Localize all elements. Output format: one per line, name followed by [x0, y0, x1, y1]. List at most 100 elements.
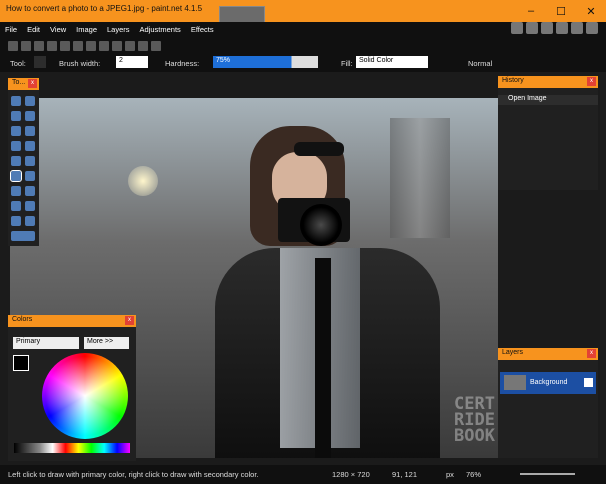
color-mode-select[interactable]: Primary	[13, 337, 79, 349]
zoom-slider[interactable]	[520, 473, 575, 475]
eraser-icon[interactable]	[25, 171, 35, 181]
ruler-icon[interactable]	[151, 41, 161, 51]
pan-icon[interactable]	[25, 141, 35, 151]
menu-view[interactable]: View	[45, 22, 71, 37]
save-icon[interactable]	[34, 41, 44, 51]
color-palette[interactable]	[14, 443, 130, 453]
cut-icon[interactable]	[60, 41, 70, 51]
color-picker-icon[interactable]	[25, 186, 35, 196]
colors-toggle-icon[interactable]	[556, 22, 568, 34]
brush-width-input[interactable]: 2	[116, 56, 148, 68]
zoom-level[interactable]: 76%	[466, 470, 481, 479]
hardness-label: Hardness:	[165, 59, 200, 68]
shapes-icon[interactable]	[11, 231, 35, 241]
bokeh-light	[128, 166, 158, 196]
clone-stamp-icon[interactable]	[11, 201, 21, 211]
sunglasses	[294, 142, 344, 156]
pencil-icon[interactable]	[11, 186, 21, 196]
help-icon[interactable]	[586, 22, 598, 34]
history-panel-header: History x	[498, 76, 598, 88]
tools-panel-title: To...	[12, 79, 26, 86]
history-panel-title: History	[502, 77, 524, 84]
more-button[interactable]: More >>	[84, 337, 129, 349]
layers-toggle-icon[interactable]	[541, 22, 553, 34]
cursor-position: 91, 121	[392, 470, 418, 479]
tools-panel-header: To... x	[8, 78, 39, 90]
main-toolbar	[0, 38, 606, 54]
close-icon[interactable]: x	[587, 349, 596, 358]
color-wheel[interactable]	[42, 353, 128, 439]
move-icon[interactable]	[25, 96, 35, 106]
new-icon[interactable]	[8, 41, 18, 51]
text-icon[interactable]	[11, 216, 21, 226]
tripod-monopod	[315, 258, 331, 458]
paintbrush-tool-icon[interactable]	[10, 170, 22, 182]
lasso-icon[interactable]	[11, 111, 21, 121]
panel-toggle-icons	[511, 22, 598, 34]
tools-panel: To... x	[8, 78, 39, 246]
ellipse-select-icon[interactable]	[11, 126, 21, 136]
primary-color-swatch[interactable]	[13, 355, 29, 371]
paste-icon[interactable]	[86, 41, 96, 51]
status-bar: Left click to draw with primary color, r…	[0, 465, 606, 484]
menu-image[interactable]: Image	[71, 22, 102, 37]
copy-icon[interactable]	[73, 41, 83, 51]
colors-panel-title: Colors	[12, 316, 33, 323]
undo-icon[interactable]	[112, 41, 122, 51]
paintbrush-icon[interactable]	[34, 56, 46, 68]
layers-panel-header: Layers x	[498, 348, 598, 360]
redo-icon[interactable]	[125, 41, 135, 51]
layer-row[interactable]: Background	[500, 372, 596, 394]
history-toggle-icon[interactable]	[526, 22, 538, 34]
menu-file[interactable]: File	[0, 22, 22, 37]
rectangle-select-icon[interactable]	[11, 96, 21, 106]
status-hint: Left click to draw with primary color, r…	[8, 470, 259, 479]
fill-select[interactable]: Solid Color	[356, 56, 428, 68]
layer-thumbnail	[504, 375, 526, 390]
unit-select[interactable]: px	[446, 470, 454, 479]
recolor-icon[interactable]	[25, 201, 35, 211]
magic-wand-icon[interactable]	[11, 141, 21, 151]
close-button[interactable]: ✕	[576, 0, 606, 22]
print-icon[interactable]	[47, 41, 57, 51]
settings-icon[interactable]	[571, 22, 583, 34]
menu-effects[interactable]: Effects	[186, 22, 219, 37]
maximize-button[interactable]: ☐	[546, 0, 576, 22]
background-pillar	[390, 118, 450, 238]
zoom-icon[interactable]	[25, 126, 35, 136]
paint-bucket-icon[interactable]	[11, 156, 21, 166]
tool-label: Tool:	[10, 59, 26, 68]
brush-width-label: Brush width:	[59, 59, 101, 68]
close-icon[interactable]: x	[125, 316, 134, 325]
layers-panel: Layers x Background	[498, 348, 598, 458]
hardness-slider[interactable]: 75%	[213, 56, 318, 68]
colors-panel: Colors x Primary More >>	[8, 315, 136, 461]
image-size: 1280 × 720	[332, 470, 370, 479]
blend-mode-select[interactable]: Normal	[468, 59, 492, 68]
window-title: How to convert a photo to a JPEG1.jpg - …	[6, 4, 203, 13]
open-icon[interactable]	[21, 41, 31, 51]
menu-adjustments[interactable]: Adjustments	[135, 22, 186, 37]
layer-name: Background	[530, 379, 568, 386]
camera-lens	[300, 204, 342, 246]
grid-icon[interactable]	[138, 41, 148, 51]
history-item[interactable]: Open Image	[498, 95, 598, 105]
layer-visibility-checkbox[interactable]	[584, 378, 593, 387]
colors-panel-header: Colors x	[8, 315, 136, 327]
gradient-icon[interactable]	[25, 156, 35, 166]
minimize-button[interactable]: –	[516, 0, 546, 22]
fill-label: Fill:	[341, 59, 353, 68]
move-selection-icon[interactable]	[25, 111, 35, 121]
line-icon[interactable]	[25, 216, 35, 226]
tools-toggle-icon[interactable]	[511, 22, 523, 34]
history-panel: History x Open Image	[498, 76, 598, 190]
close-icon[interactable]: x	[28, 79, 37, 88]
close-icon[interactable]: x	[587, 77, 596, 86]
layers-panel-title: Layers	[502, 349, 524, 356]
menu-edit[interactable]: Edit	[22, 22, 45, 37]
crop-icon[interactable]	[99, 41, 109, 51]
menu-layers[interactable]: Layers	[102, 22, 135, 37]
tool-options-bar: Tool: Brush width: 2 Hardness: 75% Fill:…	[0, 54, 606, 72]
title-bar: How to convert a photo to a JPEG1.jpg - …	[0, 0, 606, 50]
watermark-logo: CERT RIDE BOOK	[454, 394, 495, 446]
